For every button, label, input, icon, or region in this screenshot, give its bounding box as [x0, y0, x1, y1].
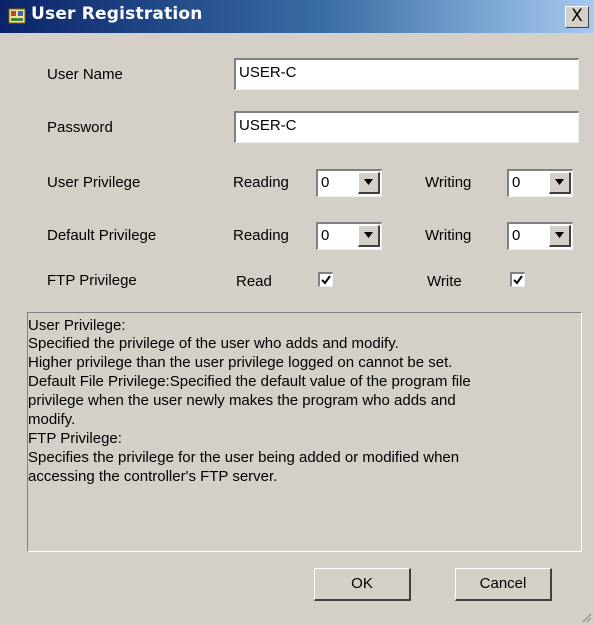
user-privilege-reading-select[interactable]: 0 — [316, 169, 382, 197]
help-line: Default File Privilege:Specified the def… — [28, 373, 471, 390]
window-title: User Registration — [31, 4, 203, 24]
cancel-button[interactable]: Cancel — [455, 568, 552, 601]
ftp-write-label: Write — [427, 273, 462, 290]
help-line: Higher privilege than the user privilege… — [28, 354, 453, 371]
default-privilege-reading-dropdown-button[interactable] — [358, 225, 380, 247]
help-line: accessing the controller's FTP server. — [28, 468, 278, 485]
default-privilege-reading-label: Reading — [233, 227, 289, 244]
user-privilege-label: User Privilege — [47, 174, 141, 191]
default-privilege-reading-select[interactable]: 0 — [316, 222, 382, 250]
default-privilege-writing-dropdown-button[interactable] — [549, 225, 571, 247]
default-privilege-writing-value: 0 — [512, 227, 521, 244]
default-privilege-writing-select[interactable]: 0 — [507, 222, 573, 250]
user-privilege-writing-dropdown-button[interactable] — [549, 172, 571, 194]
user-name-label: User Name — [47, 66, 123, 83]
help-line: privilege when the user newly makes the … — [28, 392, 456, 409]
user-privilege-writing-value: 0 — [512, 174, 521, 191]
help-line: FTP Privilege: — [28, 430, 122, 447]
chevron-down-icon — [555, 232, 564, 238]
default-privilege-label: Default Privilege — [47, 227, 157, 244]
chevron-down-icon — [364, 179, 373, 185]
privilege-help-text: User Privilege: Specified the privilege … — [27, 312, 582, 552]
ftp-privilege-label: FTP Privilege — [47, 272, 137, 289]
user-privilege-writing-label: Writing — [425, 174, 472, 191]
title-bar[interactable]: User Registration X — [0, 0, 594, 33]
user-name-input[interactable]: USER-C — [234, 58, 579, 90]
close-icon: X — [571, 6, 583, 26]
default-privilege-writing-label: Writing — [425, 227, 472, 244]
default-privilege-reading-value: 0 — [321, 227, 330, 244]
ok-button[interactable]: OK — [314, 568, 411, 601]
resize-grip-icon[interactable] — [580, 611, 592, 623]
user-privilege-reading-label: Reading — [233, 174, 289, 191]
user-registration-dialog: User Registration X User Name USER-C Pas… — [0, 0, 594, 625]
close-button[interactable]: X — [565, 6, 589, 28]
user-privilege-writing-select[interactable]: 0 — [507, 169, 573, 197]
help-line: Specifies the privilege for the user bei… — [28, 449, 460, 466]
password-label: Password — [47, 119, 113, 136]
user-privilege-reading-value: 0 — [321, 174, 330, 191]
user-privilege-reading-dropdown-button[interactable] — [358, 172, 380, 194]
help-line: User Privilege: — [28, 317, 126, 334]
checkmark-icon — [321, 275, 331, 285]
ftp-write-checkbox[interactable] — [510, 272, 525, 287]
chevron-down-icon — [555, 179, 564, 185]
user-registration-app-icon — [8, 8, 26, 24]
help-line: Specified the privilege of the user who … — [28, 335, 399, 352]
chevron-down-icon — [364, 232, 373, 238]
password-input[interactable]: USER-C — [234, 111, 579, 143]
ftp-read-checkbox[interactable] — [318, 272, 333, 287]
help-line: modify. — [28, 411, 76, 428]
checkmark-icon — [513, 275, 523, 285]
ftp-read-label: Read — [236, 273, 272, 290]
